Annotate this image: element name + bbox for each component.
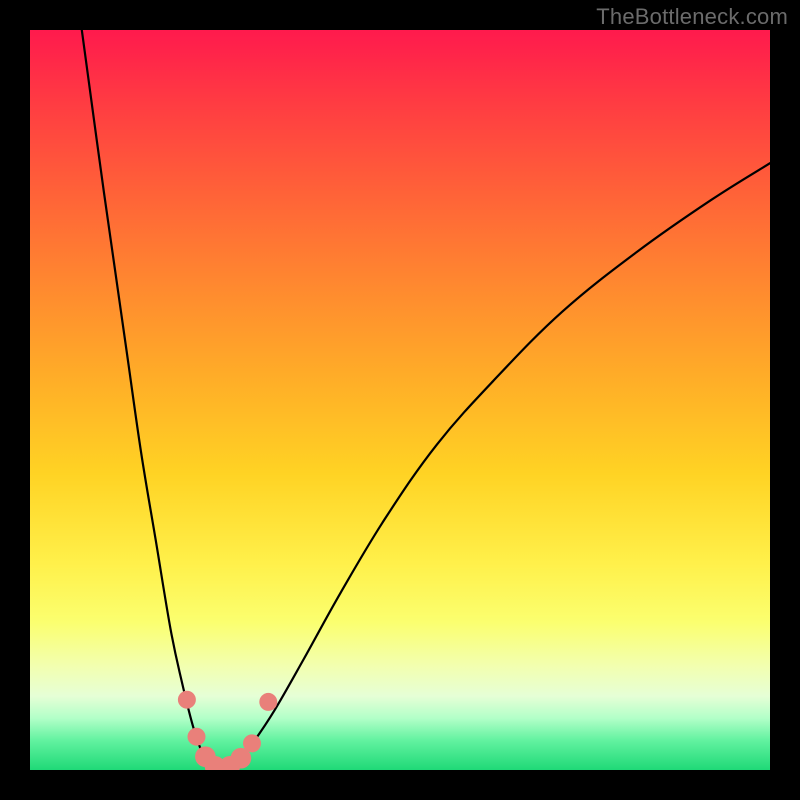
chart-svg (30, 30, 770, 770)
plot-area (30, 30, 770, 770)
data-marker (243, 734, 261, 752)
watermark-text: TheBottleneck.com (596, 4, 788, 30)
data-marker (188, 728, 206, 746)
curve-right (222, 163, 770, 770)
chart-frame: TheBottleneck.com (0, 0, 800, 800)
data-marker (178, 691, 196, 709)
curve-left (82, 30, 223, 770)
data-marker (259, 693, 277, 711)
